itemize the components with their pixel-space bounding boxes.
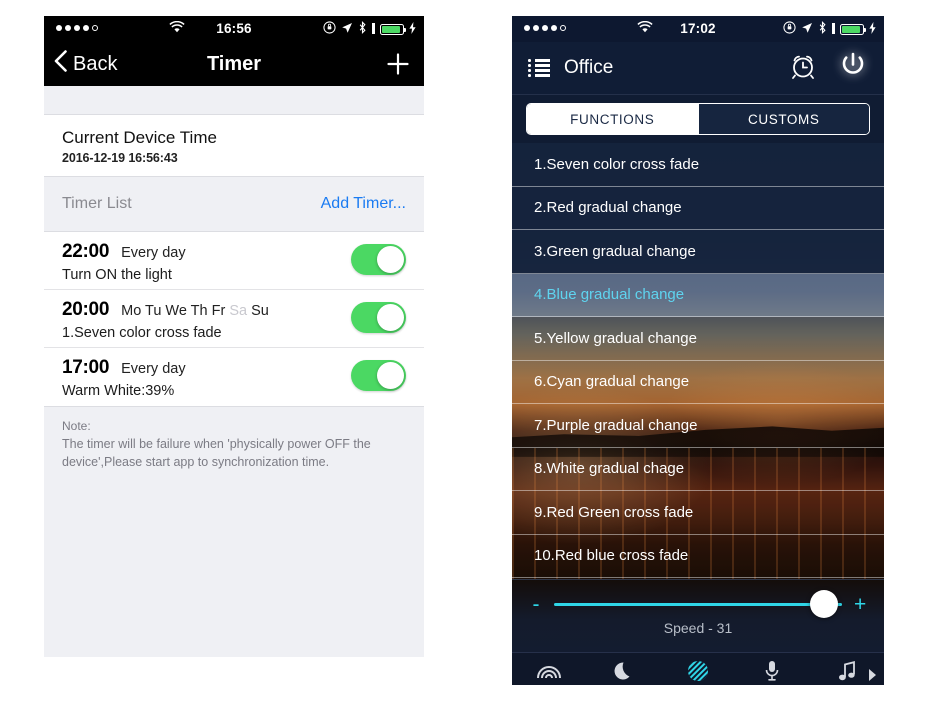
function-list-item-label: 7.Purple gradual change xyxy=(534,416,698,434)
timer-days: Every day xyxy=(121,245,186,261)
status-bar-right-icons xyxy=(323,21,416,37)
moon-icon xyxy=(614,661,630,679)
toggle-knob xyxy=(377,362,404,389)
timer-list-label: Timer List xyxy=(62,195,132,212)
function-list-item[interactable]: 10.Red blue cross fade xyxy=(512,534,884,578)
timer-list: 22:00 Every day Turn ON the light 20:00 Mo T… xyxy=(44,232,424,406)
toggle-knob xyxy=(377,304,404,331)
top-spacer-band xyxy=(44,86,424,115)
functions-screen-phone: 17:02 Office FUNCTIONS CUSTOMS 1.Seven c… xyxy=(512,16,884,685)
speed-decrease-button[interactable]: - xyxy=(530,594,542,615)
bottom-tab-bar: COLORS Night-Light FUNCTIONS xyxy=(512,652,884,685)
tab-mic[interactable]: MIC xyxy=(735,660,809,685)
function-list-item[interactable]: 3.Green gradual change xyxy=(512,230,884,274)
timer-screen-phone: 16:56 Back Timer Current Device Time 201… xyxy=(44,16,424,681)
speed-slider[interactable] xyxy=(554,590,842,618)
toggle-knob xyxy=(377,246,404,273)
note-label: Note: xyxy=(62,419,91,433)
microphone-icon xyxy=(766,661,779,681)
function-list-item[interactable]: 7.Purple gradual change xyxy=(512,404,884,448)
current-device-time-label: Current Device Time xyxy=(62,128,217,147)
function-list-item[interactable]: 6.Cyan gradual change xyxy=(512,360,884,404)
timer-time: 17:00 xyxy=(62,357,110,378)
bluetooth-icon xyxy=(358,21,367,37)
location-arrow-icon xyxy=(341,22,353,37)
add-timer-link[interactable]: Add Timer... xyxy=(321,195,406,213)
function-list-item[interactable]: 2.Red gradual change xyxy=(512,186,884,230)
function-list-item-label: 9.Red Green cross fade xyxy=(534,503,694,521)
mode-segmented-control: FUNCTIONS CUSTOMS xyxy=(526,103,870,135)
functions-list: 1.Seven color cross fade 2.Red gradual ch… xyxy=(512,143,884,579)
status-bar: 17:02 xyxy=(512,16,884,42)
function-list-item-label: 8.White gradual chage xyxy=(534,460,685,478)
timer-row[interactable]: 22:00 Every day Turn ON the light xyxy=(44,232,424,290)
timer-time: 20:00 xyxy=(62,299,110,320)
battery-icon xyxy=(840,23,866,35)
function-list-item[interactable]: 1.Seven color cross fade xyxy=(512,143,884,187)
alarm-clock-icon[interactable] xyxy=(788,51,818,86)
function-list-item-label: 6.Cyan gradual change xyxy=(534,373,690,391)
timer-list-header: Timer List Add Timer... xyxy=(44,176,424,232)
bluetooth-level-icon xyxy=(372,22,375,37)
tab-night-light[interactable]: Night-Light xyxy=(586,661,660,686)
tab-functions[interactable]: FUNCTIONS xyxy=(527,104,698,134)
add-timer-plus-button[interactable] xyxy=(386,42,410,86)
timer-time: 22:00 xyxy=(62,241,110,262)
bluetooth-icon xyxy=(818,21,827,37)
timer-toggle[interactable] xyxy=(351,302,406,333)
note-section: Note: The timer will be failure when 'ph… xyxy=(44,406,424,657)
function-list-item-label: 4.Blue gradual change xyxy=(534,286,685,304)
status-bar-right-icons xyxy=(783,21,876,37)
rotation-lock-icon xyxy=(783,21,796,37)
function-list-item-label: 2.Red gradual change xyxy=(534,199,682,217)
functions-rows: 1.Seven color cross fade 2.Red gradual ch… xyxy=(512,143,884,578)
app-header: Office xyxy=(512,42,884,95)
speed-control: - + Speed - 31 xyxy=(512,579,884,652)
right-arrow-icon[interactable] xyxy=(866,667,878,685)
tab-customs[interactable]: CUSTOMS xyxy=(697,104,869,134)
status-bar: 16:56 xyxy=(44,16,424,42)
speed-slider-thumb[interactable] xyxy=(810,590,839,618)
charging-bolt-icon xyxy=(869,21,876,37)
timer-toggle[interactable] xyxy=(351,360,406,391)
function-list-item[interactable]: 4.Blue gradual change xyxy=(512,273,884,317)
function-list-item[interactable]: 9.Red Green cross fade xyxy=(512,491,884,535)
timer-days: Mo Tu We Th Fr Sa Su xyxy=(121,303,269,319)
timer-toggle[interactable] xyxy=(351,244,406,275)
note-text: The timer will be failure when 'physical… xyxy=(62,437,371,470)
timer-row[interactable]: 20:00 Mo Tu We Th Fr Sa Su 1.Seven color c… xyxy=(44,290,424,348)
page-title: Timer xyxy=(206,53,262,75)
tab-functions-bottom[interactable]: FUNCTIONS xyxy=(661,660,735,685)
timer-day-disabled: Sa xyxy=(229,303,248,319)
current-device-time-section: Current Device Time 2016-12-19 16:56:43 xyxy=(44,115,424,176)
device-name-title: Office xyxy=(564,57,614,78)
tab-colors[interactable]: COLORS xyxy=(512,662,586,685)
current-device-time-value: 2016-12-19 16:56:43 xyxy=(62,151,178,165)
location-arrow-icon xyxy=(801,22,813,37)
speed-increase-button[interactable]: + xyxy=(854,594,866,615)
function-list-item[interactable]: 8.White gradual chage xyxy=(512,447,884,491)
list-icon[interactable] xyxy=(528,59,550,77)
function-list-item-label: 1.Seven color cross fade xyxy=(534,155,700,173)
speed-value-label: Speed - 31 xyxy=(663,620,733,636)
plus-icon xyxy=(387,53,409,75)
navigation-bar: Back Timer xyxy=(44,42,424,86)
function-list-item-label: 3.Green gradual change xyxy=(534,242,696,260)
power-icon[interactable] xyxy=(836,49,870,88)
charging-bolt-icon xyxy=(409,21,416,37)
bluetooth-level-icon xyxy=(832,22,835,37)
timer-row[interactable]: 17:00 Every day Warm White:39% xyxy=(44,348,424,406)
function-list-item-label: 5.Yellow gradual change xyxy=(534,329,697,347)
timer-days: Every day xyxy=(121,361,186,377)
striped-circle-icon xyxy=(688,661,709,681)
function-list-item[interactable]: 5.Yellow gradual change xyxy=(512,317,884,361)
rainbow-icon xyxy=(537,666,562,679)
battery-icon xyxy=(380,23,406,35)
rotation-lock-icon xyxy=(323,21,336,37)
music-note-icon xyxy=(838,661,855,681)
function-list-item-label: 10.Red blue cross fade xyxy=(534,547,689,565)
